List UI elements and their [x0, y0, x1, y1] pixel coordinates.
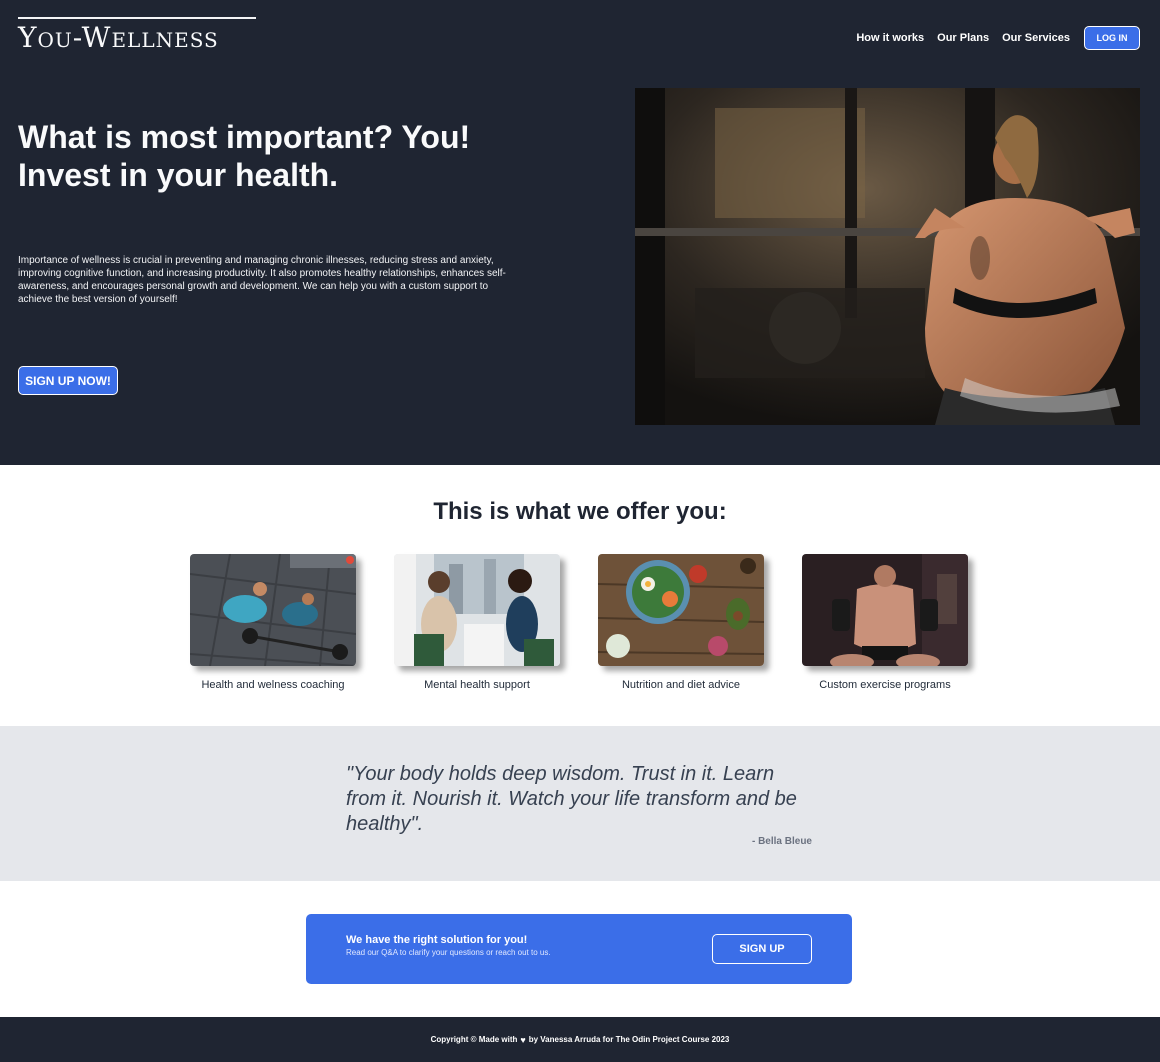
offer-label: Health and welness coaching	[201, 679, 345, 691]
main-nav: How it works Our Plans Our Services LOG …	[843, 26, 1140, 50]
nav-our-plans[interactable]: Our Plans	[937, 32, 989, 44]
nutrition-photo	[598, 554, 764, 666]
mental-health-photo	[394, 554, 560, 666]
quote-author: - Bella Bleue	[751, 836, 812, 847]
offer-label: Nutrition and diet advice	[621, 679, 740, 691]
footer: Copyright © Made with ♥ by Vanessa Arrud…	[0, 1017, 1160, 1062]
footer-text: Copyright © Made with ♥ by Vanessa Arrud…	[431, 1035, 730, 1045]
hero-title: What is most important? You! Invest in y…	[18, 118, 578, 194]
cta-signup-button[interactable]: SIGN UP	[712, 934, 812, 964]
offer-label: Mental health support	[424, 679, 530, 691]
footer-text-before: Copyright © Made with	[430, 1035, 518, 1044]
exercise-photo	[802, 554, 968, 666]
hero-description: Importance of wellness is crucial in pre…	[18, 255, 506, 305]
coaching-photo	[190, 554, 356, 666]
nav-how-it-works[interactable]: How it works	[856, 32, 924, 44]
hero-title-line1: What is most important? You!	[18, 119, 471, 155]
weightlifting-photo	[635, 88, 1140, 425]
cta-box: We have the right solution for you! Read…	[306, 914, 852, 984]
mental-health-image	[394, 554, 560, 666]
offer-card-mental-health[interactable]: Mental health support	[394, 554, 560, 691]
site-logo[interactable]: You-Wellness	[18, 17, 256, 54]
coaching-image	[190, 554, 356, 666]
offer-card-exercise[interactable]: Custom exercise programs	[802, 554, 968, 691]
cta-subtitle: Read our Q&A to clarify your questions o…	[346, 948, 551, 957]
offer-card-nutrition[interactable]: Nutrition and diet advice	[598, 554, 764, 691]
offer-label: Custom exercise programs	[819, 679, 951, 691]
offers-title: This is what we offer you:	[433, 498, 727, 525]
heart-icon: ♥	[520, 1034, 526, 1045]
nutrition-image	[598, 554, 764, 666]
hero-title-line2: Invest in your health.	[18, 157, 339, 193]
login-button[interactable]: LOG IN	[1084, 26, 1140, 50]
nav-our-services[interactable]: Our Services	[1002, 32, 1070, 44]
hero-image	[635, 88, 1140, 425]
cta-title: We have the right solution for you!	[346, 934, 528, 946]
offer-card-coaching[interactable]: Health and welness coaching	[190, 554, 356, 691]
hero-signup-button[interactable]: SIGN UP NOW!	[18, 366, 118, 395]
footer-text-after: by Vanessa Arruda for The Odin Project C…	[528, 1035, 730, 1044]
exercise-image	[802, 554, 968, 666]
quote-text: "Your body holds deep wisdom. Trust in i…	[346, 763, 797, 835]
